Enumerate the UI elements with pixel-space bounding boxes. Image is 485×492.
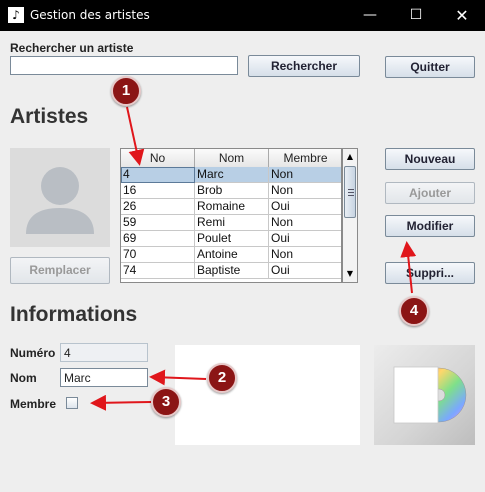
annotation-arrows (90, 106, 417, 411)
annotation-badge-3: 3 (151, 387, 181, 417)
annotation-badge-1: 1 (111, 76, 141, 106)
annotation-arrow-4 (400, 241, 417, 294)
annotation-badge-4: 4 (399, 296, 429, 326)
annotation-arrow-1 (126, 106, 145, 166)
annotation-arrow-2 (149, 369, 207, 386)
annotation-arrow-3 (90, 394, 152, 411)
annotation-badge-2: 2 (207, 363, 237, 393)
